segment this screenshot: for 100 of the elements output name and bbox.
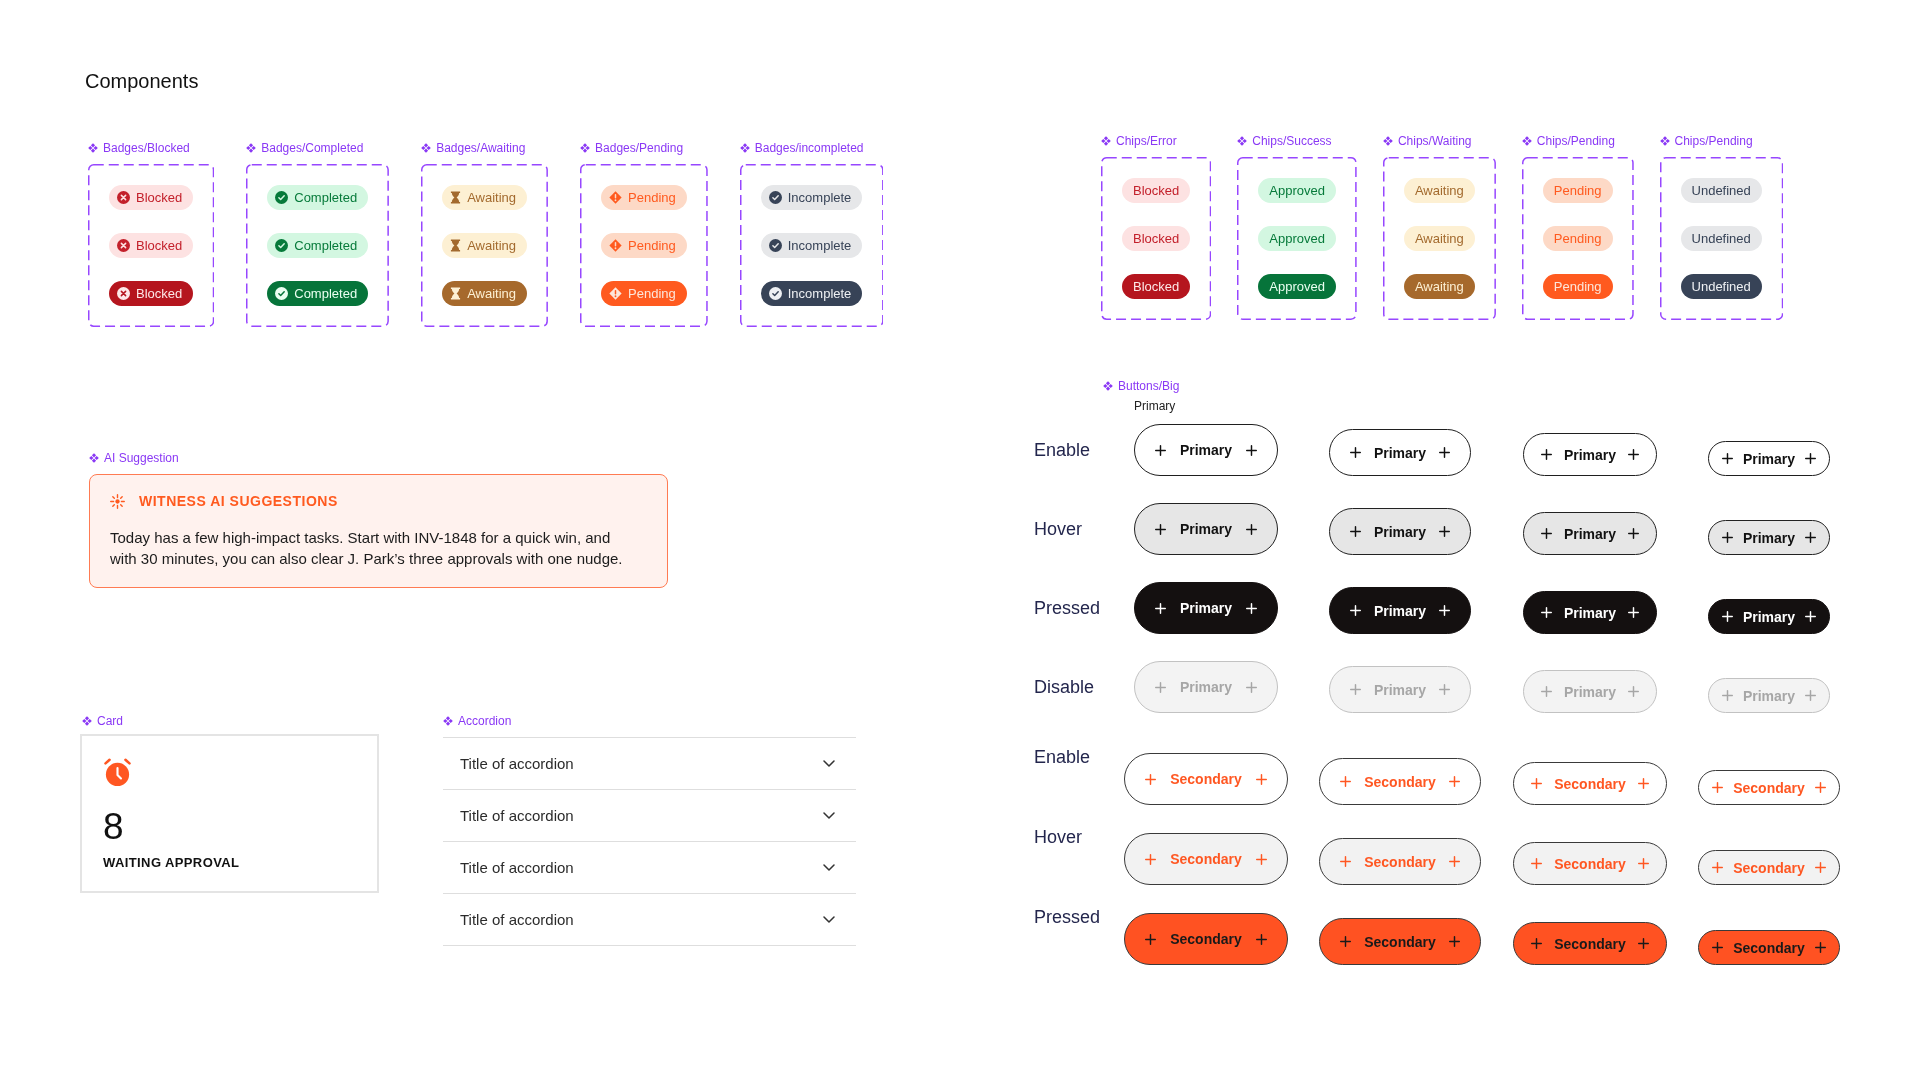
plus-icon bbox=[1439, 447, 1451, 458]
status-chip: Approved bbox=[1258, 274, 1336, 299]
plus-icon bbox=[1448, 776, 1460, 787]
badge-text: Pending bbox=[628, 237, 676, 254]
plus-icon bbox=[1246, 602, 1258, 614]
primary-button[interactable]: Primary bbox=[1133, 424, 1279, 476]
primary-button[interactable]: Primary bbox=[1133, 503, 1279, 555]
section-label: Chips/Error bbox=[1116, 133, 1177, 149]
check-circle-icon bbox=[768, 239, 782, 252]
plus-icon bbox=[1349, 526, 1361, 537]
plus-icon bbox=[1721, 532, 1733, 543]
four-diamonds-icon bbox=[1382, 136, 1393, 146]
suggestion-heading: WITNESS AI SUGGESTIONS bbox=[139, 492, 338, 511]
badge-text: Blocked bbox=[136, 237, 183, 254]
secondary-button[interactable]: Secondary bbox=[1513, 922, 1667, 965]
section-label: Buttons/Big bbox=[1118, 378, 1180, 394]
check-circle-icon bbox=[768, 191, 782, 204]
plus-icon bbox=[1628, 528, 1640, 539]
state-label: Hover bbox=[1034, 519, 1082, 539]
plus-icon bbox=[1814, 862, 1826, 873]
section-label: AI Suggestion bbox=[104, 450, 179, 466]
state-label: Enable bbox=[1034, 440, 1091, 460]
accordion-header[interactable]: Title of accordion bbox=[443, 738, 856, 790]
status-chip: Awaiting bbox=[1403, 178, 1475, 203]
section-label: Accordion bbox=[458, 713, 512, 729]
badge-text: Awaiting bbox=[467, 189, 517, 206]
four-diamonds-icon bbox=[82, 716, 92, 726]
plus-icon bbox=[1349, 684, 1361, 695]
plus-icon bbox=[1255, 773, 1267, 785]
x-circle-icon bbox=[117, 239, 130, 252]
plus-icon bbox=[1712, 942, 1724, 953]
badge-text: Completed bbox=[294, 189, 358, 206]
plus-icon bbox=[1448, 936, 1460, 947]
accordion-header[interactable]: Title of accordion bbox=[443, 842, 856, 894]
four-diamonds-icon bbox=[246, 143, 257, 153]
secondary-button[interactable]: Secondary bbox=[1319, 918, 1481, 965]
plus-icon bbox=[1145, 853, 1157, 865]
plus-icon bbox=[1439, 526, 1451, 537]
status-chip: Pending bbox=[1542, 178, 1613, 203]
check-circle-icon bbox=[275, 191, 289, 204]
check-circle-icon bbox=[768, 287, 782, 300]
plus-icon bbox=[1340, 776, 1352, 787]
plus-icon bbox=[1540, 449, 1552, 460]
badge-text: Completed bbox=[294, 285, 358, 302]
plus-icon bbox=[1637, 778, 1649, 789]
badge-text: Pending bbox=[628, 189, 676, 206]
primary-button[interactable]: Primary bbox=[1133, 582, 1279, 634]
plus-icon bbox=[1154, 444, 1166, 456]
plus-icon bbox=[1531, 938, 1543, 949]
badge-text: Blocked bbox=[136, 189, 183, 206]
plus-icon bbox=[1154, 523, 1166, 535]
primary-button[interactable]: Primary bbox=[1328, 587, 1472, 634]
warning-diamond-icon bbox=[609, 287, 623, 300]
badge-text: Awaiting bbox=[467, 285, 517, 302]
primary-button[interactable]: Primary bbox=[1328, 508, 1472, 555]
primary-button[interactable]: Primary bbox=[1522, 433, 1658, 476]
x-circle-icon bbox=[117, 191, 130, 204]
warning-diamond-icon bbox=[609, 191, 623, 204]
plus-icon bbox=[1540, 528, 1552, 539]
status-chip: Awaiting bbox=[1403, 226, 1475, 251]
primary-button[interactable]: Primary bbox=[1707, 520, 1831, 555]
status-chip: Awaiting bbox=[1403, 274, 1475, 299]
status-chip: Blocked bbox=[1122, 178, 1191, 203]
plus-icon bbox=[1448, 856, 1460, 867]
accordion-header[interactable]: Title of accordion bbox=[443, 790, 856, 842]
status-chip: Approved bbox=[1258, 226, 1336, 251]
primary-button[interactable]: Primary bbox=[1707, 441, 1831, 476]
primary-button[interactable]: Primary bbox=[1328, 429, 1472, 476]
state-label: Disable bbox=[1034, 677, 1095, 697]
status-chip: Blocked bbox=[1122, 226, 1191, 251]
primary-button[interactable]: Primary bbox=[1707, 599, 1831, 634]
plus-icon bbox=[1628, 607, 1640, 618]
plus-icon bbox=[1721, 611, 1733, 622]
accordion-header[interactable]: Title of accordion bbox=[443, 894, 856, 946]
state-label: Enable bbox=[1034, 747, 1091, 767]
plus-icon bbox=[1145, 933, 1157, 945]
four-diamonds-icon bbox=[443, 716, 453, 726]
primary-button[interactable]: Primary bbox=[1522, 591, 1658, 634]
plus-icon bbox=[1540, 686, 1552, 697]
section-label: Chips/Pending bbox=[1536, 133, 1615, 149]
plus-icon bbox=[1154, 681, 1166, 693]
warning-diamond-icon bbox=[609, 239, 623, 252]
plus-icon bbox=[1814, 782, 1826, 793]
four-diamonds-icon bbox=[1103, 381, 1113, 391]
plus-icon bbox=[1439, 684, 1451, 695]
plus-icon bbox=[1814, 942, 1826, 953]
suggestion-text: Today has a few high-impact tasks. Start with INV-1848 for a quick win, and with 30 minutes, you can also clear J. Park’s three approvals with one nudge. bbox=[110, 528, 624, 569]
primary-button[interactable]: Primary bbox=[1522, 512, 1658, 555]
plus-icon bbox=[1255, 853, 1267, 865]
hourglass-icon bbox=[450, 287, 462, 300]
plus-icon bbox=[1349, 447, 1361, 458]
alarm-clock-icon bbox=[103, 758, 132, 787]
plus-icon bbox=[1712, 862, 1724, 873]
badge-text: Completed bbox=[294, 237, 358, 254]
plus-icon bbox=[1540, 607, 1552, 618]
status-chip: Undefined bbox=[1680, 178, 1762, 203]
secondary-button[interactable]: Secondary bbox=[1698, 930, 1840, 965]
secondary-button[interactable]: Secondary bbox=[1124, 913, 1288, 965]
section-label: Badges/Completed bbox=[261, 140, 364, 156]
four-diamonds-icon bbox=[739, 143, 750, 153]
